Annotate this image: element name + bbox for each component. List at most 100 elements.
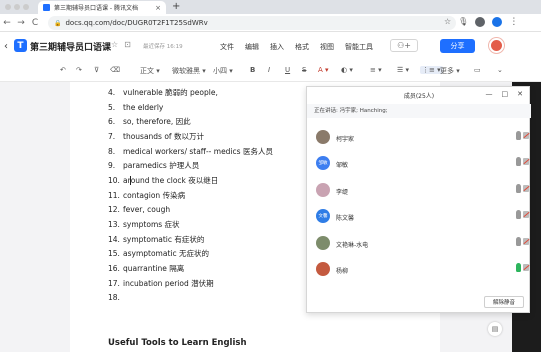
menu-icon[interactable]: ⋮ [509, 17, 518, 27]
avatar [316, 236, 330, 250]
member-name: 柯宇家 [336, 136, 355, 143]
formatting-toolbar: ↶ ↷ ⊽ ⌫ 正文 ▾ 微软雅黑 ▾ 小四 ▾ B I U S A ▾ ◐ ▾… [0, 60, 541, 82]
list-item[interactable]: 8. medical workers/ staff-- medics 医务人员 [108, 145, 273, 160]
menu-format[interactable]: 格式 [295, 42, 309, 52]
list-item[interactable]: 16. quarrantine 隔离 [108, 262, 273, 277]
collapse-toolbar-icon[interactable]: ⌄ [497, 66, 503, 74]
menu-edit[interactable]: 编辑 [245, 42, 259, 52]
back-to-list-icon[interactable]: ‹ [4, 41, 8, 52]
tab-title: 第三期辅导员口语课 - 腾讯文档 [54, 5, 138, 12]
redo-icon[interactable]: ↷ [76, 66, 82, 74]
list-item[interactable]: 15. asymptomatic 无症状的 [108, 247, 273, 262]
star-icon[interactable]: ☆ [444, 17, 451, 27]
extension-icon[interactable] [492, 17, 503, 27]
section-heading: Useful Tools to Learn English [108, 338, 247, 348]
bold-button[interactable]: B [250, 66, 255, 74]
browser-tab-strip: 第三期辅导员口语课 - 腾讯文档 × + [0, 0, 541, 14]
format-painter-icon[interactable]: ⊽ [94, 66, 99, 74]
member-name: 邹敏 [336, 162, 349, 169]
list-item[interactable]: 9. paramedics 护理人员 [108, 159, 273, 174]
member-row[interactable]: 杨柳 [307, 259, 531, 283]
member-row[interactable]: 李缇 [307, 180, 531, 204]
avatar: 文馨 [316, 209, 330, 223]
back-button[interactable]: ← [0, 18, 14, 28]
list-item[interactable]: 6. so, therefore, 因此 [108, 115, 273, 130]
strikethrough-button[interactable]: S [302, 66, 306, 74]
avatar: 邹敏 [316, 156, 330, 170]
speaking-status: 正在讲话: 冯宇家; Hanching; [307, 104, 531, 118]
maximize-icon[interactable]: □ [502, 90, 509, 98]
member-name: 杨柳 [336, 268, 349, 275]
list-item[interactable]: 18. [108, 291, 273, 306]
microphone-icon[interactable] [516, 131, 521, 140]
new-tab-button[interactable]: + [172, 1, 180, 12]
comment-icon[interactable]: ▭ [474, 66, 481, 74]
avatar[interactable] [489, 38, 504, 53]
member-row[interactable]: 柯宇家 [307, 127, 531, 151]
align-button[interactable]: ≡ ▾ [370, 66, 382, 74]
save-status: 最近保存 16:19 [143, 44, 183, 50]
user-icon: ⚇ [397, 41, 405, 50]
highlight-button[interactable]: ◐ ▾ [341, 66, 353, 74]
paragraph-style-select[interactable]: 正文 ▾ [140, 66, 160, 76]
tencent-docs-logo[interactable]: T [14, 39, 27, 52]
microphone-icon[interactable] [516, 157, 521, 166]
unmute-button[interactable]: 解除静音 [484, 296, 524, 308]
outline-icon[interactable]: ▤ [488, 322, 502, 336]
list-item[interactable]: 4. vulnerable 脆弱的 people, [108, 86, 273, 101]
list-item[interactable]: 12. fever, cough [108, 203, 273, 218]
member-row[interactable]: 文艳琳-水电 [307, 233, 531, 257]
menu-view[interactable]: 视图 [320, 42, 334, 52]
avatar [316, 183, 330, 197]
menu-bar: 文件 编辑 插入 格式 视图 智能工具 [220, 42, 373, 52]
add-collaborator-button[interactable]: ⚇ + [390, 39, 418, 52]
list-item[interactable]: 5. the elderly [108, 101, 273, 116]
list-item[interactable]: 11. contagion 传染病 [108, 189, 273, 204]
more-button[interactable]: 更多 ▾ [440, 66, 460, 76]
members-panel: 成员(25人) — □ ✕ 正在讲话: 冯宇家; Hanching; 柯宇家 邹… [306, 86, 531, 313]
menu-smart-tools[interactable]: 智能工具 [345, 42, 373, 52]
underline-button[interactable]: U [285, 66, 290, 74]
member-name: 李缇 [336, 189, 349, 196]
close-tab-icon[interactable]: × [155, 4, 161, 12]
favorite-star-icon[interactable]: ☆ [111, 40, 118, 49]
reload-button[interactable]: C [28, 18, 42, 28]
menu-insert[interactable]: 插入 [270, 42, 284, 52]
share-button[interactable]: 分享 [440, 39, 475, 53]
microphone-icon[interactable] [516, 210, 521, 219]
avatar [316, 130, 330, 144]
address-bar-row: ← → C 🔒 docs.qq.com/doc/DUGR0T2F1T25SdWR… [0, 14, 541, 32]
microphone-icon[interactable] [516, 237, 521, 246]
panel-controls: — □ ✕ [486, 90, 524, 98]
member-row[interactable]: 邹敏 邹敏 [307, 153, 531, 177]
forward-button[interactable]: → [14, 18, 28, 28]
profile-icon[interactable] [475, 17, 486, 27]
browser-tab[interactable]: 第三期辅导员口语课 - 腾讯文档 × [38, 1, 166, 14]
font-family-select[interactable]: 微软雅黑 ▾ [172, 66, 206, 76]
member-name: 陈文馨 [336, 215, 355, 222]
move-folder-icon[interactable]: ⊡ [124, 40, 131, 49]
list-item[interactable]: 17. incubation period 潜伏期 [108, 277, 273, 292]
close-icon[interactable]: ✕ [517, 90, 523, 98]
microphone-icon[interactable] [516, 184, 521, 193]
vocabulary-list: 4. vulnerable 脆弱的 people, 5. the elderly 6… [108, 86, 273, 306]
italic-button[interactable]: I [268, 66, 270, 74]
menu-file[interactable]: 文件 [220, 42, 234, 52]
list-item[interactable]: 14. symptomatic 有症状的 [108, 233, 273, 248]
window-controls[interactable] [5, 4, 29, 10]
undo-icon[interactable]: ↶ [60, 66, 66, 74]
font-size-select[interactable]: 小四 ▾ [213, 66, 233, 76]
microphone-icon[interactable]: 🎙 [458, 17, 468, 27]
document-title[interactable]: 第三期辅导员口语课 [30, 40, 111, 53]
list-item[interactable]: 10. around the clock 夜以继日 [108, 174, 273, 189]
microphone-on-icon[interactable] [516, 263, 521, 272]
add-collaborator-label: + [404, 41, 411, 50]
clear-format-icon[interactable]: ⌫ [110, 66, 120, 74]
url-bar[interactable]: 🔒 docs.qq.com/doc/DUGR0T2F1T25SdWRv [48, 16, 456, 30]
list-item[interactable]: 7. thousands of 数以万计 [108, 130, 273, 145]
list-item[interactable]: 13. symptoms 症状 [108, 218, 273, 233]
member-row[interactable]: 文馨 陈文馨 [307, 206, 531, 230]
minimize-icon[interactable]: — [486, 90, 493, 98]
bullet-list-button[interactable]: ☰ ▾ [397, 66, 409, 74]
font-color-button[interactable]: A ▾ [318, 66, 329, 74]
